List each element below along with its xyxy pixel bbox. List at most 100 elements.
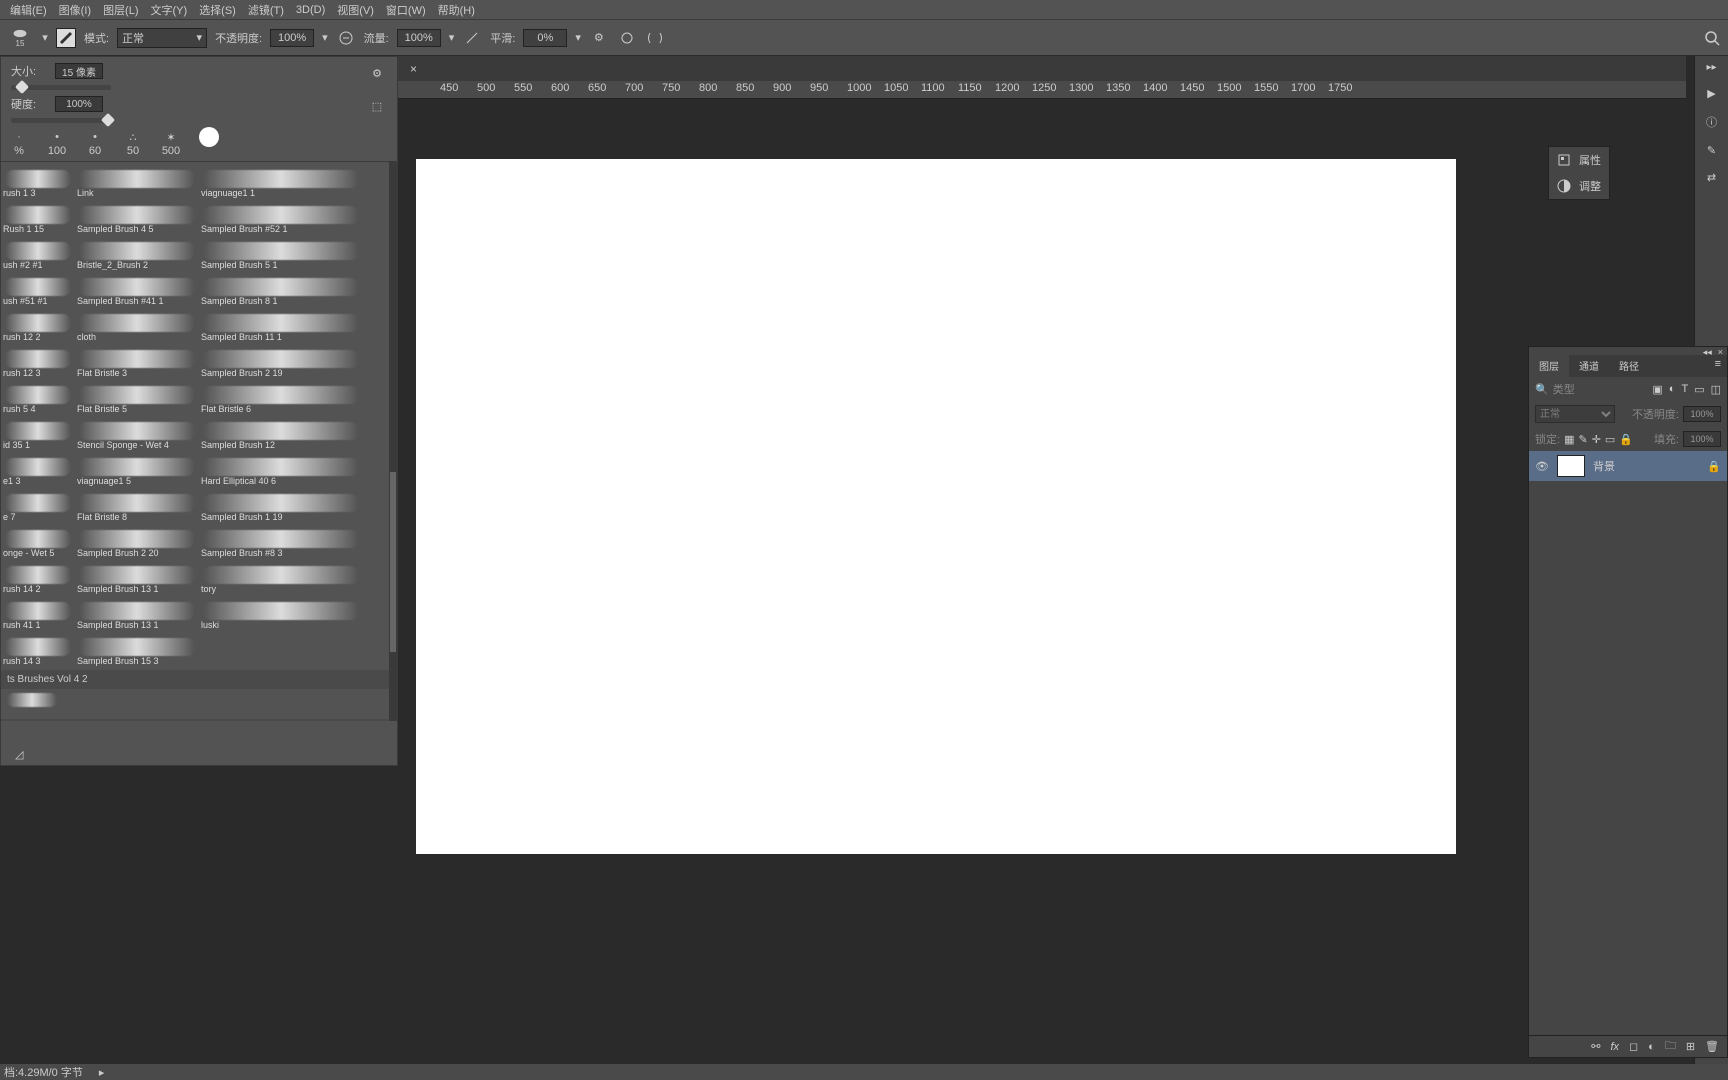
- brush-preset-item[interactable]: e1 3: [3, 452, 73, 486]
- brush-preset-item[interactable]: viagnuage1 1: [201, 164, 361, 198]
- lock-all-icon[interactable]: 🔒: [1619, 433, 1633, 446]
- brush-preset-item[interactable]: Sampled Brush #52 1: [201, 200, 361, 234]
- lock-icon[interactable]: 🔒: [1707, 460, 1721, 473]
- brush-preset-item[interactable]: Sampled Brush 8 1: [201, 272, 361, 306]
- brush-preset-item[interactable]: id 35 1: [3, 416, 73, 450]
- preset-item[interactable]: [197, 129, 221, 157]
- brush-preset-item[interactable]: Hard Elliptical 40 6: [201, 452, 361, 486]
- brush-settings-icon[interactable]: ✎: [1707, 144, 1716, 157]
- brush-preset-item[interactable]: Flat Bristle 5: [77, 380, 197, 414]
- brush-preset-item[interactable]: onge - Wet 5: [3, 524, 73, 558]
- info-icon[interactable]: ⓘ: [1706, 114, 1717, 130]
- menu-window[interactable]: 窗口(W): [380, 0, 432, 20]
- adjustments-tab[interactable]: 调整: [1549, 173, 1609, 199]
- layer-name[interactable]: 背景: [1593, 458, 1615, 474]
- filter-smart-icon[interactable]: ◫: [1711, 383, 1721, 396]
- layer-blend-select[interactable]: 正常: [1535, 405, 1615, 423]
- collapse-icon[interactable]: ◂◂: [1703, 347, 1712, 355]
- brush-preset-item[interactable]: rush 5 4: [3, 380, 73, 414]
- brush-preset-item[interactable]: Sampled Brush 12: [201, 416, 361, 450]
- hardness-slider[interactable]: [11, 118, 111, 123]
- gear-icon[interactable]: ⚙: [589, 28, 609, 48]
- flow-input[interactable]: [397, 29, 441, 47]
- new-layer-icon[interactable]: ⊞: [1686, 1040, 1695, 1053]
- scrollbar[interactable]: [389, 162, 397, 721]
- visibility-icon[interactable]: 👁: [1535, 460, 1549, 473]
- brush-preset-item[interactable]: ush #2 #1: [3, 236, 73, 270]
- fx-icon[interactable]: fx: [1610, 1041, 1619, 1053]
- panel-menu-icon[interactable]: ≡: [1709, 355, 1727, 377]
- brush-preset-item[interactable]: Sampled Brush 13 1: [77, 596, 197, 630]
- brush-preset-item[interactable]: viagnuage1 5: [77, 452, 197, 486]
- layer-row-background[interactable]: 👁 背景 🔒: [1529, 451, 1727, 481]
- chevron-right-icon[interactable]: ▸: [99, 1066, 105, 1079]
- layer-thumbnail[interactable]: [1557, 455, 1585, 477]
- menu-filter[interactable]: 滤镜(T): [242, 0, 290, 20]
- brush-preset-item[interactable]: Bristle_2_Brush 2: [77, 236, 197, 270]
- menu-image[interactable]: 图像(I): [53, 0, 97, 20]
- mask-icon[interactable]: ◻: [1629, 1040, 1638, 1053]
- brush-preset-item[interactable]: rush 14 3: [3, 632, 73, 666]
- filter-image-icon[interactable]: ▣: [1652, 383, 1662, 396]
- group-icon[interactable]: 🗀: [1665, 1037, 1676, 1056]
- brush-preset-item[interactable]: ush #51 #1: [3, 272, 73, 306]
- menu-edit[interactable]: 编辑(E): [4, 0, 53, 20]
- airbrush-icon[interactable]: [462, 28, 482, 48]
- settings-icon[interactable]: ⇄: [1707, 171, 1716, 184]
- adjustment-layer-icon[interactable]: ◐: [1648, 1041, 1655, 1053]
- brush-preset-item[interactable]: Flat Bristle 8: [77, 488, 197, 522]
- brush-preset-item[interactable]: Sampled Brush 2 20: [77, 524, 197, 558]
- document-tab[interactable]: ×: [398, 56, 423, 81]
- brush-group-folder[interactable]: ts Brushes Vol 4 3: [1, 719, 397, 721]
- brush-preset-item[interactable]: [201, 632, 361, 666]
- brush-preset-item[interactable]: Sampled Brush 1 19: [201, 488, 361, 522]
- canvas[interactable]: [416, 159, 1456, 854]
- gear-icon[interactable]: ⚙: [367, 63, 387, 83]
- brush-preset-item[interactable]: Sampled Brush 4 5: [77, 200, 197, 234]
- properties-collapsed-panel[interactable]: 属性 调整: [1548, 146, 1610, 200]
- close-panel-icon[interactable]: ×: [1718, 347, 1723, 355]
- brush-preset-picker[interactable]: [56, 28, 76, 48]
- preset-item[interactable]: ✶500: [159, 129, 183, 157]
- close-icon[interactable]: ×: [410, 62, 417, 76]
- brush-preset-item[interactable]: Sampled Brush 13 1: [77, 560, 197, 594]
- brush-preset-item[interactable]: luski: [201, 596, 361, 630]
- brush-preset-item[interactable]: Sampled Brush 11 1: [201, 308, 361, 342]
- preset-item[interactable]: ∴50: [121, 129, 145, 157]
- symmetry-icon[interactable]: [645, 28, 665, 48]
- trash-icon[interactable]: 🗑: [1705, 1040, 1719, 1053]
- preset-item[interactable]: •100: [45, 129, 69, 157]
- filter-adjust-icon[interactable]: ◐: [1669, 383, 1676, 396]
- lock-paint-icon[interactable]: ✎: [1578, 433, 1587, 446]
- search-icon[interactable]: 🔍: [1535, 383, 1549, 396]
- lock-pixels-icon[interactable]: ▦: [1564, 433, 1574, 446]
- brush-preset-item[interactable]: cloth: [77, 308, 197, 342]
- smooth-input[interactable]: [523, 29, 567, 47]
- brush-preset-item[interactable]: Link: [77, 164, 197, 198]
- menu-layer[interactable]: 图层(L): [97, 0, 144, 20]
- brush-group-folder[interactable]: ts Brushes Vol 4 2: [1, 670, 397, 689]
- brush-preset-item[interactable]: Sampled Brush #8 3: [201, 524, 361, 558]
- menu-view[interactable]: 视图(V): [331, 0, 380, 20]
- create-brush-icon[interactable]: ⬚: [367, 96, 387, 116]
- lock-artboard-icon[interactable]: ▭: [1605, 433, 1615, 446]
- brush-preset-item[interactable]: Flat Bristle 3: [77, 344, 197, 378]
- brush-preset-item[interactable]: Rush 1 15: [3, 200, 73, 234]
- brush-tool-icon[interactable]: 15: [6, 28, 34, 48]
- opacity-input[interactable]: [270, 29, 314, 47]
- tab-layers[interactable]: 图层: [1529, 355, 1569, 377]
- menu-select[interactable]: 选择(S): [193, 0, 242, 20]
- chevron-down-icon[interactable]: ▾: [42, 28, 48, 48]
- resize-handle-icon[interactable]: ◿: [15, 748, 23, 761]
- brush-preset-item[interactable]: tory: [201, 560, 361, 594]
- link-layers-icon[interactable]: ⚯: [1591, 1040, 1600, 1053]
- brush-preset-item[interactable]: Sampled Brush #41 1: [77, 272, 197, 306]
- menu-help[interactable]: 帮助(H): [432, 0, 481, 20]
- brush-preset-item[interactable]: e 7: [3, 488, 73, 522]
- brush-preset-item[interactable]: rush 12 3: [3, 344, 73, 378]
- brush-preset-item[interactable]: Flat Bristle 6: [201, 380, 361, 414]
- hardness-input[interactable]: [55, 96, 103, 112]
- brush-preset-item[interactable]: Sampled Brush 15 3: [77, 632, 197, 666]
- tab-paths[interactable]: 路径: [1609, 355, 1649, 377]
- lock-position-icon[interactable]: ✛: [1592, 433, 1601, 446]
